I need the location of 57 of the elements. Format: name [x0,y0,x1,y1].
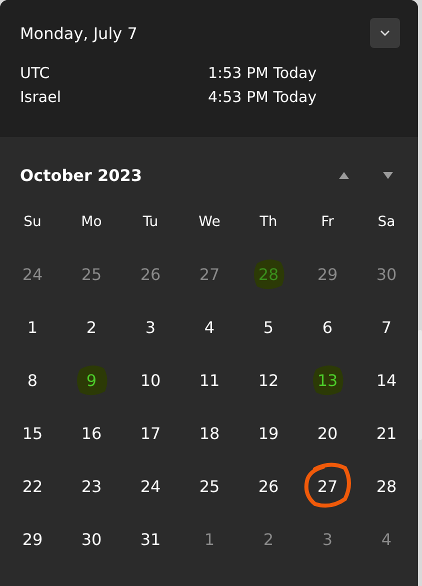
month-title[interactable]: October 2023 [20,166,310,184]
calendar-day[interactable]: 4 [204,318,215,337]
calendar-day[interactable]: 26 [140,265,161,284]
calendar-day[interactable]: 27 [199,265,220,284]
weekday-label: Fr [321,214,334,230]
calendar-day[interactable]: 25 [81,265,102,284]
calendar-day[interactable]: 15 [22,424,43,443]
weekday-label: Tu [142,214,158,230]
calendar-day[interactable]: 14 [376,371,397,390]
calendar-day[interactable]: 3 [145,318,156,337]
weekday-label: Su [24,214,42,230]
triangle-down-icon [382,170,394,180]
calendar-day[interactable]: 11 [199,371,220,390]
weekday-label: Sa [378,214,396,230]
expand-button[interactable] [370,18,400,48]
calendar-day[interactable]: 4 [381,530,392,549]
calendar-day[interactable]: 8 [27,371,38,390]
calendar-day[interactable]: 30 [376,265,397,284]
calendar-day[interactable]: 2 [86,318,97,337]
calendar-day[interactable]: 6 [322,318,333,337]
calendar-day[interactable]: 24 [140,477,161,496]
calendar-day[interactable]: 24 [22,265,43,284]
calendar-day[interactable]: 26 [258,477,279,496]
date-heading: Monday, July 7 [20,24,138,42]
calendar-day[interactable]: 2 [263,530,274,549]
chevron-down-icon [379,29,391,37]
time-zone-time: 4:53 PM Today [208,88,317,106]
calendar-day[interactable]: 16 [81,424,102,443]
calendar-day[interactable]: 18 [199,424,220,443]
calendar-day[interactable]: 10 [140,371,161,390]
time-zone-name: UTC [20,64,51,82]
calendar-day[interactable]: 31 [140,530,161,549]
weekday-label: Th [260,214,278,230]
calendar-day[interactable]: 28 [376,477,397,496]
calendar-day[interactable]: 27 [317,477,338,496]
calendar-day[interactable]: 29 [22,530,43,549]
calendar-day[interactable]: 5 [263,318,274,337]
calendar-day[interactable]: 17 [140,424,161,443]
calendar-day[interactable]: 3 [322,530,333,549]
time-zone-name: Israel [20,88,62,106]
calendar-day[interactable]: 21 [376,424,397,443]
time-zone-time: 1:53 PM Today [208,64,317,82]
calendar-day[interactable]: 23 [81,477,102,496]
calendar-day[interactable]: 22 [22,477,43,496]
scrollbar-thumb[interactable] [418,330,422,440]
weekday-label: We [198,214,220,230]
calendar-day[interactable]: 20 [317,424,338,443]
triangle-up-icon [338,170,350,180]
calendar-day[interactable]: 1 [27,318,38,337]
calendar-day[interactable]: 30 [81,530,102,549]
calendar-day[interactable]: 19 [258,424,279,443]
calendar-day[interactable]: 12 [258,371,279,390]
calendar-day[interactable]: 25 [199,477,220,496]
calendar-day[interactable]: 7 [381,318,392,337]
calendar-day[interactable]: 1 [204,530,215,549]
weekday-label: Mo [81,214,102,230]
calendar-day[interactable]: 29 [317,265,338,284]
